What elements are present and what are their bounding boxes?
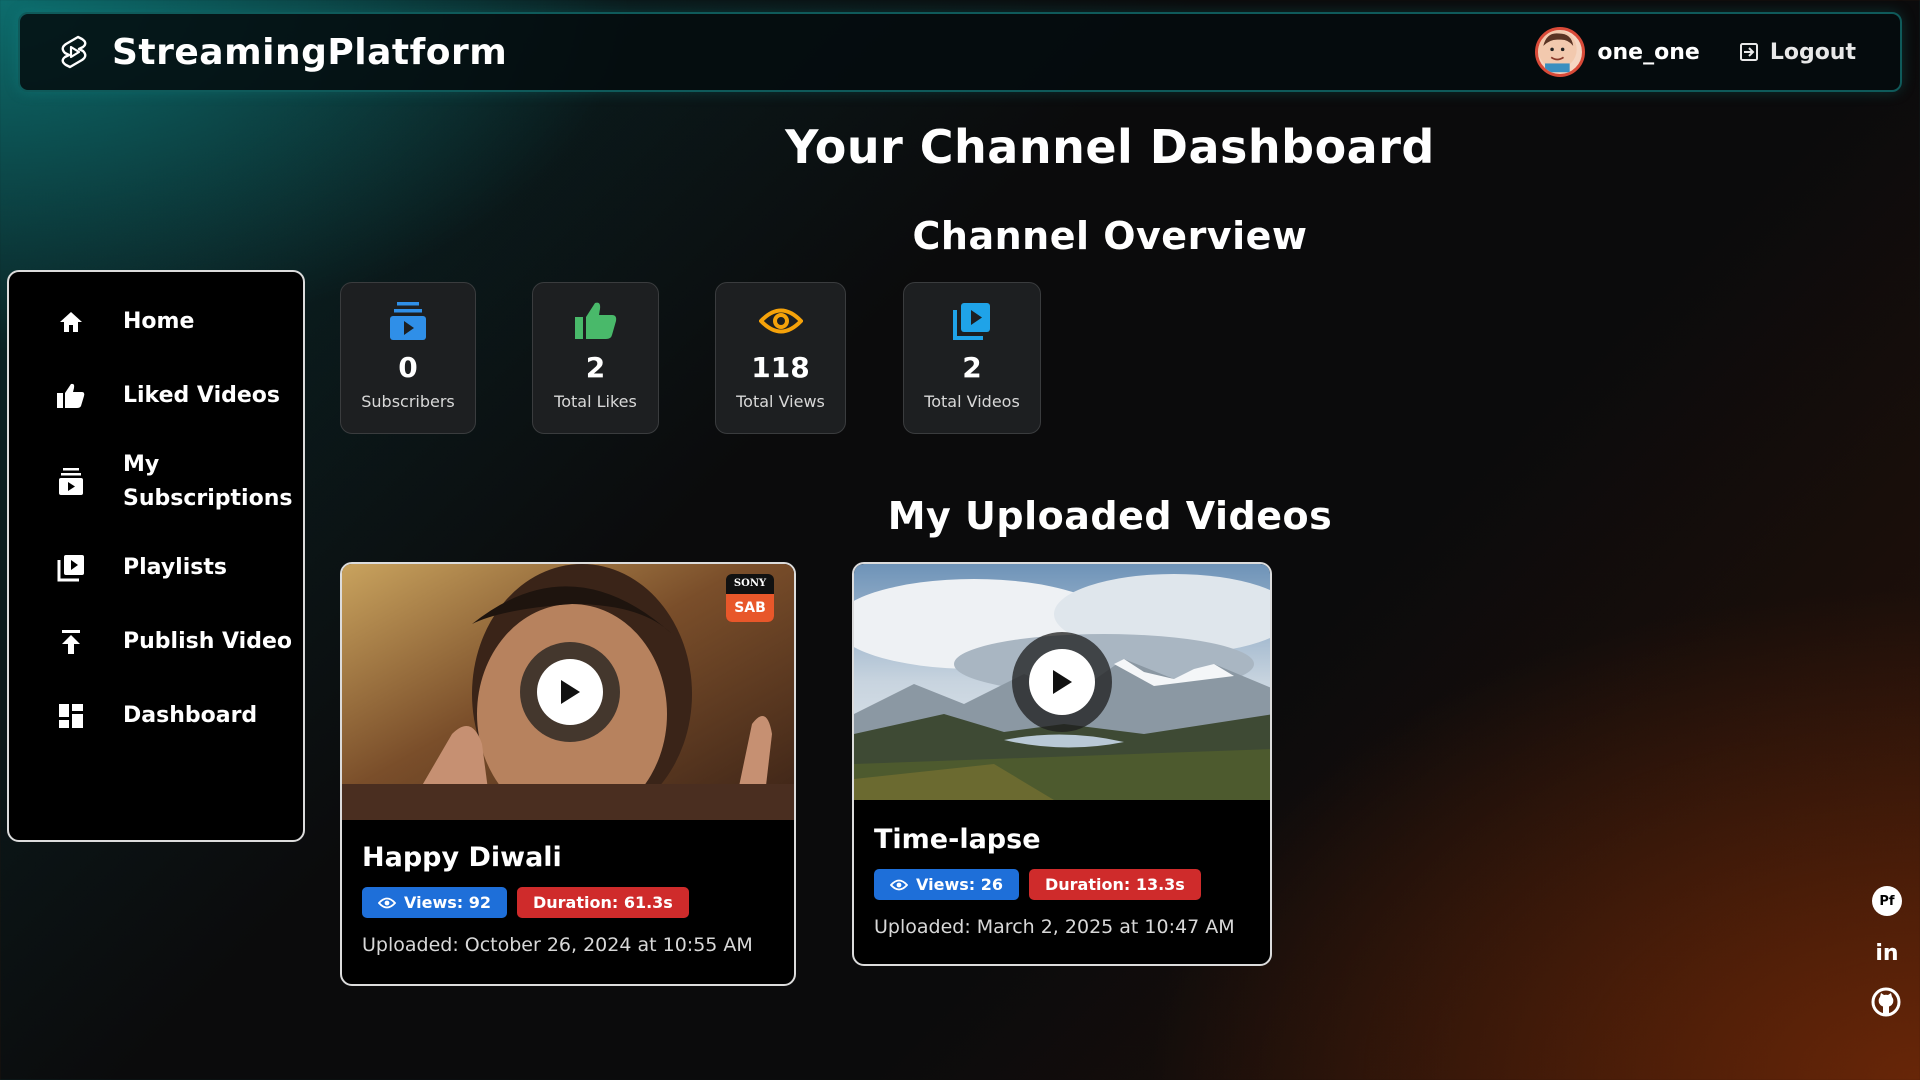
logout-icon bbox=[1739, 43, 1758, 61]
portfolio-link[interactable]: Pf bbox=[1872, 886, 1902, 916]
video-title[interactable]: Happy Diwali bbox=[342, 842, 794, 873]
views-text: Views: 92 bbox=[404, 893, 491, 912]
github-icon bbox=[1871, 987, 1901, 1017]
sidebar-item-home[interactable]: Home bbox=[9, 300, 303, 344]
play-icon bbox=[561, 680, 580, 704]
sidebar-item-liked-videos[interactable]: Liked Videos bbox=[9, 374, 303, 418]
sidebar-item-label: Playlists bbox=[123, 555, 227, 580]
duration-badge: Duration: 13.3s bbox=[1028, 869, 1201, 900]
sidebar-item-label: Dashboard bbox=[123, 703, 258, 728]
play-button[interactable] bbox=[1012, 632, 1112, 732]
sidebar-item-playlists[interactable]: Playlists bbox=[9, 546, 303, 590]
brand-logo-icon bbox=[61, 35, 87, 69]
dashboard-icon bbox=[49, 704, 93, 728]
sidebar-item-dashboard[interactable]: Dashboard bbox=[9, 694, 303, 738]
stat-value: 2 bbox=[585, 351, 606, 384]
username: one_one bbox=[1597, 39, 1700, 65]
stat-card-subscribers: 0 Subscribers bbox=[340, 282, 476, 434]
stat-value: 0 bbox=[398, 351, 418, 384]
sidebar-item-label: My Subscriptions bbox=[123, 452, 293, 511]
upload-icon bbox=[49, 629, 93, 655]
sidebar-item-subscriptions[interactable]: My Subscriptions bbox=[9, 448, 303, 516]
duration-badge: Duration: 61.3s bbox=[516, 887, 689, 918]
playlist-icon bbox=[49, 554, 93, 582]
logo-bottom-text: SAB bbox=[726, 594, 774, 622]
views-badge: Views: 92 bbox=[362, 887, 507, 918]
video-library-icon bbox=[952, 299, 992, 343]
avatar[interactable] bbox=[1535, 27, 1586, 77]
channel-logo: SONY SAB bbox=[726, 574, 774, 622]
sidebar: Home Liked Videos My Subscriptions Playl… bbox=[7, 270, 305, 842]
video-title[interactable]: Time-lapse bbox=[854, 824, 1270, 855]
thumbs-up-icon bbox=[574, 299, 618, 343]
stat-label: Total Videos bbox=[924, 392, 1020, 411]
stat-label: Subscribers bbox=[361, 392, 455, 411]
upload-date: Uploaded: March 2, 2025 at 10:47 AM bbox=[874, 916, 1235, 938]
eye-icon bbox=[378, 897, 396, 908]
video-card[interactable]: SONY SAB Happy Diwali Views: 92 Duration… bbox=[340, 562, 796, 986]
brand-name: StreamingPlatform bbox=[112, 31, 508, 73]
eye-icon bbox=[758, 299, 803, 343]
video-thumbnail[interactable]: SONY SAB bbox=[342, 564, 794, 820]
sidebar-item-label: Publish Video bbox=[123, 629, 292, 654]
logo-top-text: SONY bbox=[733, 578, 767, 589]
top-navbar: StreamingPlatform one_one Logout bbox=[18, 12, 1902, 92]
play-icon bbox=[1053, 670, 1072, 694]
subscriptions-icon bbox=[49, 467, 93, 497]
stat-label: Total Views bbox=[736, 392, 825, 411]
home-icon bbox=[49, 310, 93, 334]
portfolio-icon: Pf bbox=[1879, 893, 1895, 909]
github-link[interactable] bbox=[1870, 986, 1902, 1018]
stat-card-total-videos: 2 Total Videos bbox=[903, 282, 1041, 434]
stat-value: 118 bbox=[751, 351, 810, 384]
stat-card-total-likes: 2 Total Likes bbox=[532, 282, 659, 434]
brand[interactable]: StreamingPlatform bbox=[56, 32, 507, 73]
thumbs-up-icon bbox=[49, 382, 93, 410]
upload-date: Uploaded: October 26, 2024 at 10:55 AM bbox=[362, 934, 753, 956]
linkedin-icon: in bbox=[1875, 940, 1899, 966]
logout-label: Logout bbox=[1769, 39, 1856, 65]
views-badge: Views: 26 bbox=[874, 869, 1019, 900]
video-card[interactable]: Time-lapse Views: 26 Duration: 13.3s Upl… bbox=[852, 562, 1272, 966]
stat-value: 2 bbox=[962, 351, 982, 384]
sidebar-item-publish-video[interactable]: Publish Video bbox=[9, 620, 303, 664]
subscriptions-icon bbox=[389, 299, 427, 343]
sidebar-item-label: Liked Videos bbox=[123, 383, 280, 408]
video-thumbnail[interactable] bbox=[854, 564, 1270, 800]
user-menu[interactable]: one_one bbox=[1535, 27, 1700, 77]
logout-button[interactable]: Logout bbox=[1738, 40, 1856, 65]
linkedin-link[interactable]: in bbox=[1872, 938, 1902, 968]
stat-label: Total Likes bbox=[554, 392, 637, 411]
stat-card-total-views: 118 Total Views bbox=[715, 282, 846, 434]
views-text: Views: 26 bbox=[916, 875, 1003, 894]
play-button[interactable] bbox=[520, 642, 620, 742]
eye-icon bbox=[890, 879, 908, 890]
page-title: Your Channel Dashboard bbox=[785, 120, 1435, 174]
channel-overview-title: Channel Overview bbox=[912, 214, 1308, 258]
sidebar-item-label: Home bbox=[123, 309, 195, 334]
